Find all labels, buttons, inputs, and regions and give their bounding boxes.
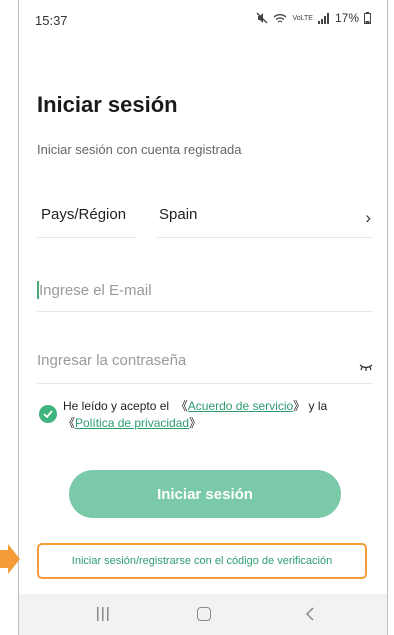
agreement-prefix: He leído y acepto el [63,399,170,413]
battery-icon [364,12,371,24]
email-placeholder: Ingrese el E-mail [39,282,152,299]
mute-icon [256,12,268,24]
signal-icon [317,12,330,24]
divider [157,237,373,238]
terms-link[interactable]: Acuerdo de servicio [188,399,293,413]
page-title: Iniciar sesión [37,92,178,117]
verification-code-login-link[interactable]: Iniciar sesión/registrarse con el código… [37,543,367,579]
battery-percent: 17% [334,11,359,25]
page-subtitle: Iniciar sesión con cuenta registrada [37,142,242,157]
agreement: He leído y acepto el 《Acuerdo de servici… [37,398,373,434]
region-value[interactable]: Spain [159,206,197,223]
status-bar: 15:37 VoLTE 17% [19,0,387,30]
check-icon [43,410,53,418]
region-selector[interactable]: Pays/Région Spain › [37,200,373,238]
email-field[interactable]: Ingrese el E-mail [37,272,373,312]
network-label: VoLTE [292,14,313,22]
navigation-bar [19,594,387,635]
back-icon[interactable] [305,606,315,627]
recents-icon[interactable] [97,607,109,626]
chevron-right-icon[interactable]: › [365,208,371,228]
agreement-checkbox[interactable] [39,405,57,423]
home-icon[interactable] [197,607,211,621]
agreement-conjunction: y la [308,399,328,413]
wifi-icon [273,13,287,24]
status-time: 15:37 [35,13,68,28]
arrow-pointer-icon [0,544,20,574]
login-button[interactable]: Iniciar sesión [69,470,341,518]
status-icons: VoLTE 17% [256,11,371,25]
eye-closed-icon[interactable] [359,358,373,376]
region-label: Pays/Région [41,206,127,223]
password-placeholder: Ingresar la contraseña [37,352,187,369]
agreement-text: He leído y acepto el 《Acuerdo de servici… [63,399,328,430]
password-field[interactable]: Ingresar la contraseña [37,344,373,384]
divider [37,237,137,238]
phone-screen: 15:37 VoLTE 17% Iniciar sesión Iniciar s… [18,0,388,635]
privacy-link[interactable]: Política de privacidad [75,416,189,430]
